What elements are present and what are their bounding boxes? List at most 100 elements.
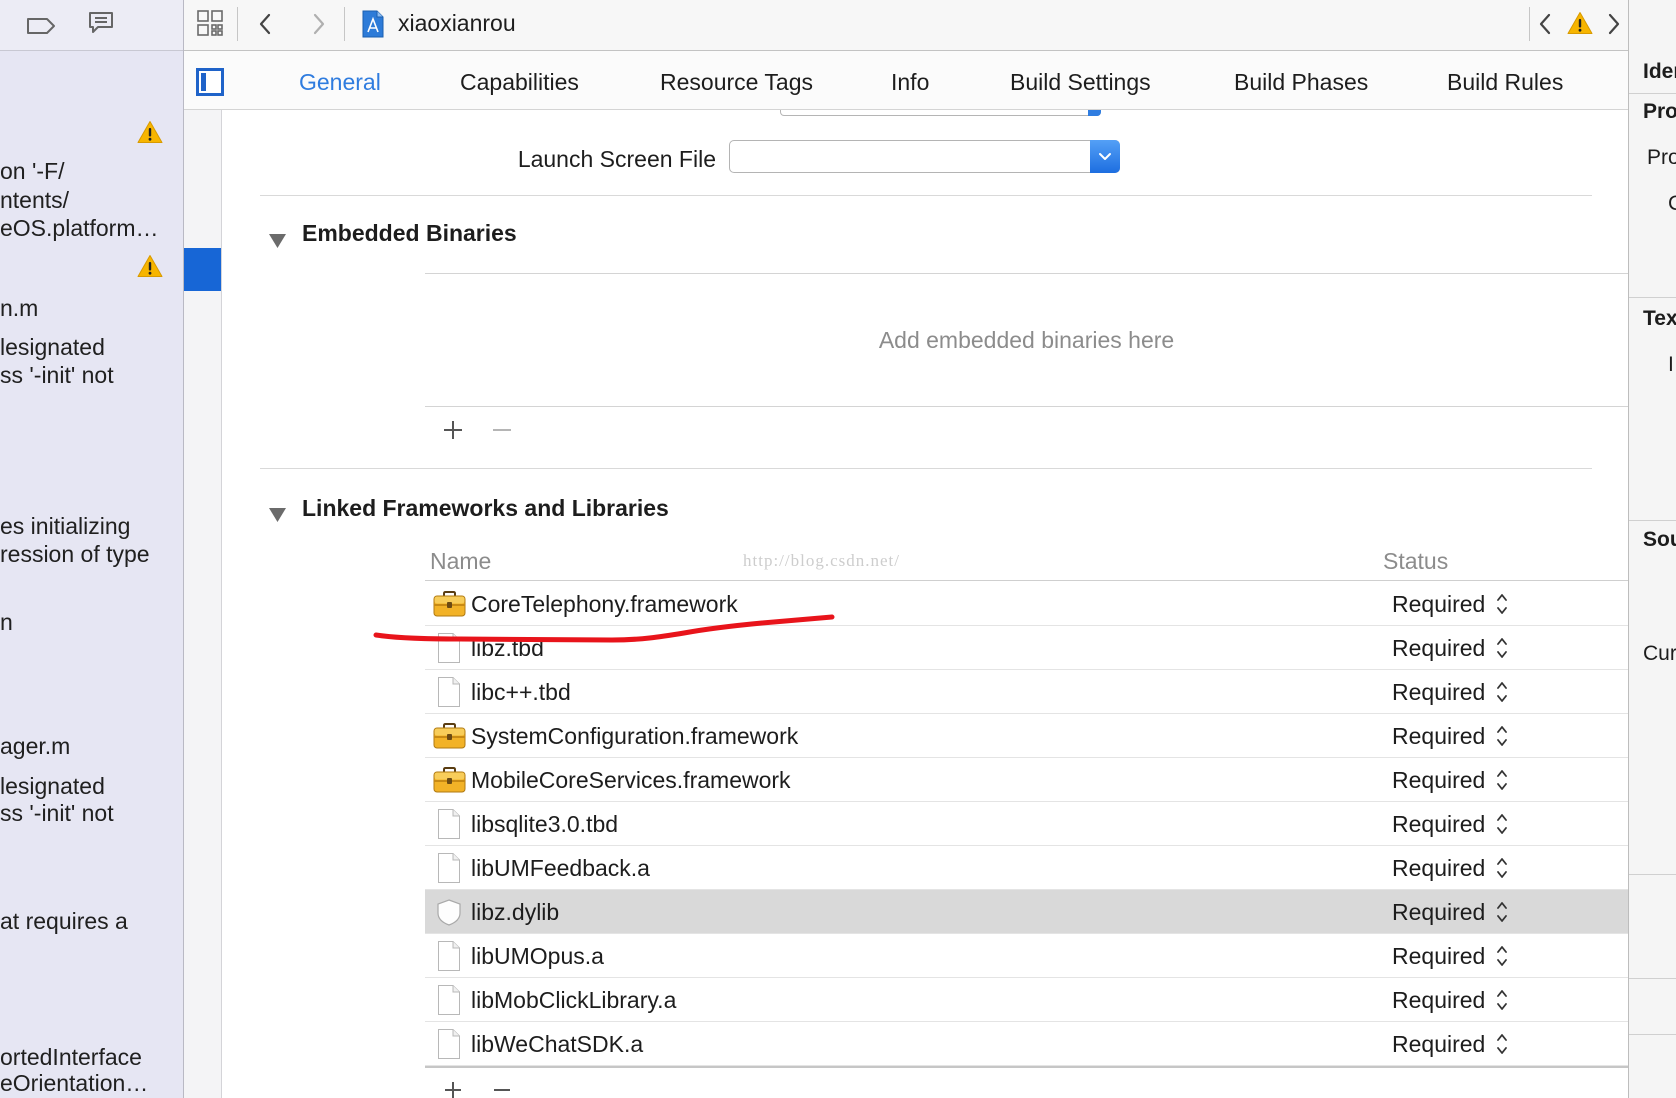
- tab-build-phases[interactable]: Build Phases: [1234, 68, 1368, 96]
- status-stepper-icon[interactable]: [1495, 899, 1509, 925]
- tab-build-rules[interactable]: Build Rules: [1447, 68, 1563, 96]
- status-value[interactable]: Required: [1392, 582, 1485, 626]
- remove-icon[interactable]: [493, 1078, 511, 1098]
- status-stepper-icon[interactable]: [1495, 679, 1509, 705]
- table-row[interactable]: libWeChatSDK.a Required: [425, 1022, 1628, 1066]
- library-name: libz.dylib: [471, 899, 560, 925]
- tag-icon[interactable]: [26, 14, 56, 41]
- embedded-binaries-box-top: [425, 273, 1628, 274]
- editor-tab-bar: General Capabilities Resource Tags Info …: [184, 51, 1628, 110]
- table-row[interactable]: libUMOpus.a Required: [425, 934, 1628, 978]
- inspector-divider: [1629, 93, 1676, 94]
- table-row[interactable]: SystemConfiguration.framework Required: [425, 714, 1628, 758]
- partial-popup-button[interactable]: [1088, 110, 1101, 116]
- issue-text[interactable]: eOS.platform…: [0, 214, 180, 242]
- inspector-divider: [1629, 1034, 1676, 1035]
- status-stepper-icon[interactable]: [1495, 855, 1509, 881]
- tab-resource-tags[interactable]: Resource Tags: [660, 68, 813, 96]
- table-row[interactable]: libMobClickLibrary.a Required: [425, 978, 1628, 1022]
- selected-target-indicator[interactable]: [184, 248, 221, 291]
- table-row[interactable]: libc++.tbd Required: [425, 670, 1628, 714]
- table-row[interactable]: libz.dylib Required: [425, 890, 1628, 934]
- inspector-divider: [1629, 874, 1676, 875]
- issue-text[interactable]: ss '-init' not: [0, 361, 180, 389]
- framework-icon: [431, 714, 467, 758]
- status-value[interactable]: Required: [1392, 626, 1485, 670]
- table-row[interactable]: libsqlite3.0.tbd Required: [425, 802, 1628, 846]
- launch-screen-file-popup[interactable]: [729, 140, 1120, 173]
- status-stepper-icon[interactable]: [1495, 635, 1509, 661]
- table-row[interactable]: MobileCoreServices.framework Required: [425, 758, 1628, 802]
- issue-text[interactable]: n.m: [0, 294, 180, 322]
- chevron-down-icon[interactable]: [1090, 140, 1120, 173]
- status-value[interactable]: Required: [1392, 934, 1485, 978]
- status-stepper-icon[interactable]: [1495, 943, 1509, 969]
- issue-text[interactable]: at requires a: [0, 907, 180, 935]
- status-stepper-icon[interactable]: [1495, 723, 1509, 749]
- status-value[interactable]: Required: [1392, 670, 1485, 714]
- add-icon[interactable]: [442, 419, 464, 447]
- issue-text[interactable]: ortedInterface: [0, 1043, 180, 1071]
- warning-icon[interactable]: [1567, 11, 1593, 41]
- inspector-field-label: Pro: [1647, 146, 1676, 169]
- name-column-header[interactable]: Name: [430, 547, 491, 575]
- disclosure-triangle-icon[interactable]: [269, 227, 286, 254]
- issue-text[interactable]: n: [0, 608, 180, 636]
- table-row[interactable]: libz.tbd Required: [425, 626, 1628, 670]
- comment-icon[interactable]: [88, 11, 114, 41]
- status-column-header[interactable]: Status: [1383, 547, 1448, 575]
- project-breadcrumb[interactable]: xiaoxianrou: [398, 9, 516, 37]
- navigator-toolbar: [0, 0, 183, 51]
- next-issue-chevron-icon[interactable]: [1607, 13, 1621, 41]
- issue-text[interactable]: ression of type: [0, 540, 180, 568]
- previous-issue-chevron-icon[interactable]: [1538, 13, 1552, 41]
- tab-info[interactable]: Info: [891, 68, 929, 96]
- status-stepper-icon[interactable]: [1495, 767, 1509, 793]
- issue-text[interactable]: lesignated: [0, 772, 180, 800]
- library-name: CoreTelephony.framework: [471, 591, 738, 617]
- status-value[interactable]: Required: [1392, 978, 1485, 1022]
- library-name: libz.tbd: [471, 635, 544, 661]
- table-row[interactable]: libUMFeedback.a Required: [425, 846, 1628, 890]
- status-stepper-icon[interactable]: [1495, 1031, 1509, 1057]
- tab-general[interactable]: General: [299, 68, 381, 96]
- issue-text[interactable]: ss '-init' not: [0, 799, 180, 827]
- forward-chevron-icon[interactable]: [312, 13, 326, 41]
- issue-text[interactable]: lesignated: [0, 333, 180, 361]
- add-icon[interactable]: [444, 1078, 462, 1098]
- tab-capabilities[interactable]: Capabilities: [460, 68, 579, 96]
- library-name: libUMOpus.a: [471, 943, 604, 969]
- file-icon: [431, 934, 467, 978]
- issue-text[interactable]: es initializing: [0, 512, 180, 540]
- inspector-section-heading: Iden: [1643, 60, 1676, 83]
- status-stepper-icon[interactable]: [1495, 811, 1509, 837]
- tab-build-settings[interactable]: Build Settings: [1010, 68, 1151, 96]
- disclosure-triangle-icon[interactable]: [269, 501, 286, 528]
- linked-frameworks-heading: Linked Frameworks and Libraries: [302, 495, 669, 521]
- project-file-icon[interactable]: [362, 10, 384, 44]
- status-value[interactable]: Required: [1392, 1022, 1485, 1066]
- section-divider: [260, 468, 1592, 469]
- file-icon: [431, 1022, 467, 1066]
- status-value[interactable]: Required: [1392, 890, 1485, 934]
- back-chevron-icon[interactable]: [258, 13, 272, 41]
- inspector-divider: [1629, 297, 1676, 298]
- library-name: SystemConfiguration.framework: [471, 723, 799, 749]
- issue-text[interactable]: on '-F/: [0, 157, 180, 185]
- issue-text[interactable]: ntents/: [0, 186, 180, 214]
- remove-icon[interactable]: [491, 419, 513, 447]
- partial-popup[interactable]: [780, 110, 1101, 116]
- status-stepper-icon[interactable]: [1495, 987, 1509, 1013]
- table-header-divider: [425, 580, 1628, 581]
- status-value[interactable]: Required: [1392, 846, 1485, 890]
- issue-text[interactable]: eOrientation…: [0, 1069, 180, 1097]
- embedded-binaries-placeholder: Add embedded binaries here: [878, 327, 1175, 353]
- status-value[interactable]: Required: [1392, 714, 1485, 758]
- status-stepper-icon[interactable]: [1495, 591, 1509, 617]
- status-value[interactable]: Required: [1392, 758, 1485, 802]
- issue-text[interactable]: ager.m: [0, 732, 180, 760]
- related-items-grid-icon[interactable]: [197, 10, 223, 42]
- targets-list-toggle-icon[interactable]: [196, 68, 224, 102]
- status-value[interactable]: Required: [1392, 802, 1485, 846]
- table-row[interactable]: CoreTelephony.framework Required: [425, 582, 1628, 626]
